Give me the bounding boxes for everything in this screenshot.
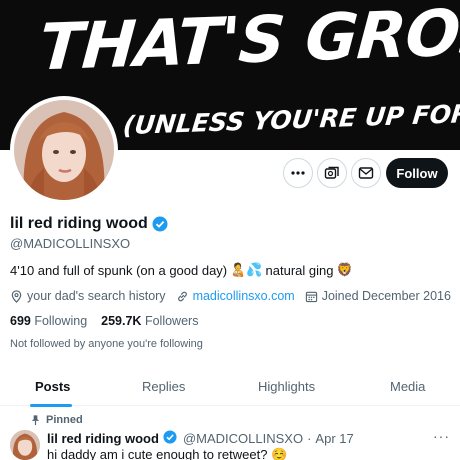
tweet-header: lil red riding wood @MADICOLLINSXO · Apr… (47, 430, 354, 446)
envelope-icon (358, 167, 374, 179)
subscribe-button[interactable] (317, 158, 347, 188)
pinned-indicator: Pinned (30, 414, 83, 426)
avatar-photo (14, 100, 114, 200)
website-link[interactable]: madicollinsxo.com (193, 289, 295, 303)
banner-text-sub: (UNLESS YOU'RE UP FOR IT?) (121, 97, 460, 141)
followers-count: 259.7K (101, 314, 142, 328)
tweet-author-name[interactable]: lil red riding wood (47, 431, 159, 446)
tweet-verified-icon (163, 430, 179, 446)
more-options-button[interactable] (283, 158, 313, 188)
bio-text: 4'10 and full of spunk (on a good day) (10, 262, 228, 278)
tweet-author-handle[interactable]: @MADICOLLINSXO (183, 431, 303, 446)
tab-media[interactable]: Media (390, 366, 425, 406)
profile-tabs: Posts Replies Highlights Media (0, 366, 460, 406)
pin-icon (31, 415, 40, 426)
profile-avatar[interactable] (10, 96, 118, 204)
tweet-emoji: ☺️ (271, 447, 288, 460)
tweet-separator: · (307, 430, 312, 446)
pinned-label: Pinned (46, 414, 83, 426)
profile-name-row: lil red riding wood (10, 215, 168, 233)
link-icon (177, 291, 187, 301)
message-button[interactable] (351, 158, 381, 188)
followers-stat[interactable]: 259.7K Followers (101, 314, 198, 328)
bio-lion-emoji: 🦁 (336, 262, 353, 277)
following-label: Following (34, 314, 88, 328)
tab-replies[interactable]: Replies (142, 366, 185, 406)
bio-emoji: 🧑‍🍼💦 (230, 262, 263, 277)
tweet-avatar[interactable] (10, 430, 40, 460)
verified-badge-icon[interactable] (152, 216, 168, 232)
tweet-more-icon[interactable]: ··· (433, 428, 450, 444)
subscription-icon (324, 166, 339, 179)
profile-location: your dad's search history (10, 289, 166, 303)
not-followed-notice: Not followed by anyone you're following (10, 338, 203, 350)
tweet-date[interactable]: Apr 17 (315, 431, 353, 446)
location-pin-icon (11, 289, 22, 303)
banner-text-main: THAT'S GROSS! (36, 0, 460, 86)
tweet-body: hi daddy am i cute enough to retweet? (47, 447, 268, 460)
profile-meta: your dad's search history madicollinsxo.… (10, 289, 460, 303)
tab-highlights[interactable]: Highlights (258, 366, 315, 406)
profile-stats: 699 Following 259.7K Followers (10, 314, 198, 328)
profile-handle: @MADICOLLINSXO (10, 236, 131, 251)
followers-label: Followers (144, 314, 199, 328)
profile-joined: Joined December 2016 (305, 289, 451, 303)
tweet-text: hi daddy am i cute enough to retweet? ☺️ (47, 447, 287, 460)
calendar-icon (305, 291, 317, 302)
profile-display-name: lil red riding wood (10, 215, 148, 232)
joined-text: Joined December 2016 (321, 289, 451, 303)
more-dots-icon (291, 171, 305, 175)
tab-posts[interactable]: Posts (35, 366, 70, 406)
follow-button[interactable]: Follow (386, 158, 448, 188)
bio-tail-text: natural ging (265, 262, 334, 278)
location-text: your dad's search history (27, 289, 166, 303)
active-tab-indicator (30, 404, 72, 407)
profile-bio: 4'10 and full of spunk (on a good day) 🧑… (10, 262, 353, 278)
following-count: 699 (10, 314, 31, 328)
following-stat[interactable]: 699 Following (10, 314, 87, 328)
profile-website[interactable]: madicollinsxo.com (176, 289, 295, 303)
tweet-avatar-photo (10, 430, 40, 460)
